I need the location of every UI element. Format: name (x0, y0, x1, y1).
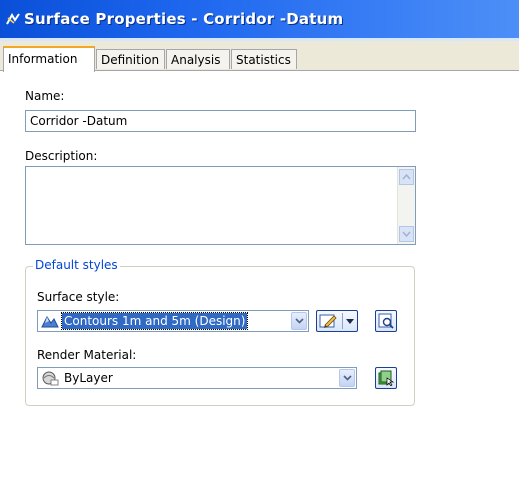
render-material-label: Render Material: (37, 348, 137, 362)
default-styles-title: Default styles (33, 258, 120, 272)
material-pick-icon (378, 370, 394, 386)
tab-definition[interactable]: Definition (96, 49, 165, 69)
surface-app-icon (6, 13, 20, 25)
name-label: Name: (25, 89, 65, 103)
edit-style-split-button[interactable] (316, 310, 358, 332)
tab-analysis[interactable]: Analysis (166, 49, 230, 69)
surface-style-icon (41, 316, 59, 328)
select-material-button[interactable] (375, 367, 397, 389)
preview-style-button[interactable] (375, 310, 397, 332)
surface-style-value: Contours 1m and 5m (Design) (60, 312, 249, 330)
render-material-dropdown[interactable]: ByLayer (37, 367, 357, 389)
scroll-down-icon[interactable] (399, 226, 414, 242)
tab-statistics[interactable]: Statistics (231, 49, 297, 69)
preview-icon (378, 313, 394, 329)
dropdown-arrow-icon[interactable] (346, 319, 354, 324)
name-input[interactable]: Corridor -Datum (25, 110, 416, 132)
split-separator (342, 313, 343, 329)
chevron-down-icon[interactable] (291, 312, 307, 330)
description-textarea[interactable] (25, 166, 416, 245)
description-scrollbar[interactable] (397, 167, 415, 244)
render-material-value: ByLayer (64, 371, 113, 385)
title-bar: Surface Properties - Corridor -Datum (0, 0, 519, 38)
name-value: Corridor -Datum (30, 114, 128, 128)
window-title: Surface Properties - Corridor -Datum (24, 10, 344, 28)
tab-strip: Information Definition Analysis Statisti… (0, 41, 519, 72)
chevron-down-icon[interactable] (339, 369, 355, 387)
surface-style-label: Surface style: (37, 290, 120, 304)
tab-information[interactable]: Information (3, 46, 95, 72)
description-label: Description: (25, 149, 98, 163)
surface-style-dropdown[interactable]: Contours 1m and 5m (Design) (37, 310, 309, 332)
scroll-up-icon[interactable] (399, 169, 414, 185)
description-value (26, 167, 415, 171)
edit-style-icon (319, 314, 337, 328)
material-sphere-icon (42, 371, 59, 386)
